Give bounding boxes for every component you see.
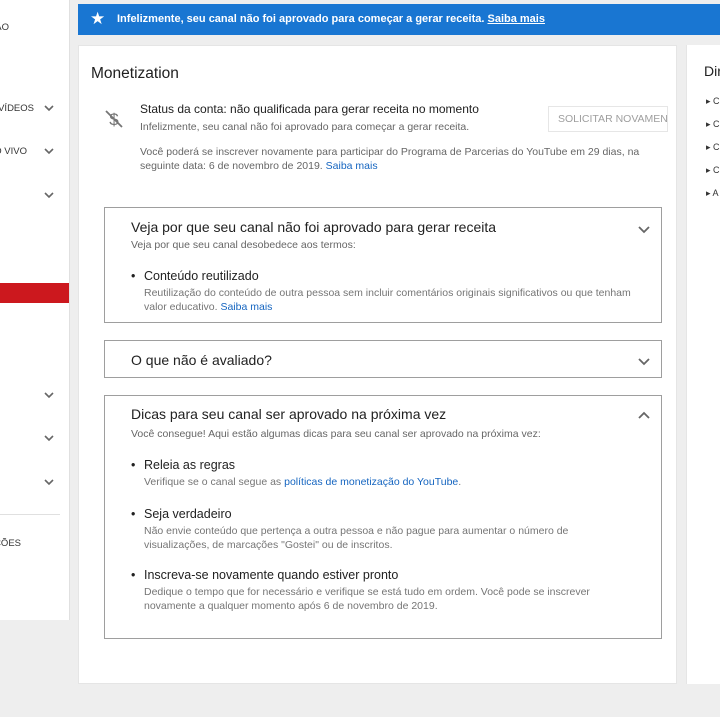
sidebar-item-5[interactable] [0,386,69,406]
account-status: Status da conta: não qualificada para ge… [140,102,479,116]
chevron-down-icon [44,105,54,112]
right-panel: Dir ▸ C ▸ C ▸ C ▸ C ▸ A [686,45,720,684]
right-panel-item[interactable]: ▸ C [706,96,720,107]
card-title: Veja por que seu canal não foi aprovado … [131,219,497,235]
monetization-policies-link[interactable]: políticas de monetização do YouTube [284,476,458,488]
reapply-learn-more-link[interactable]: Saiba mais [326,160,378,172]
chevron-up-icon[interactable] [637,409,651,423]
right-panel-item[interactable]: ▸ C [706,142,720,153]
list-item: • Conteúdo reutilizado Reutilização do co… [131,269,631,313]
reapply-info: Você poderá se inscrever novamente para … [140,145,675,173]
sidebar-item-monetization-active[interactable] [0,283,69,303]
chevron-down-icon [44,479,54,486]
sidebar-item-label: ÇÕES [0,538,21,549]
right-panel-item[interactable]: ▸ A [706,188,719,199]
bullet-desc: Não envie conteúdo que pertença a outra … [144,525,569,551]
list-item: • Seja verdadeiro Não envie conteúdo que … [131,507,569,551]
request-again-button[interactable]: SOLICITAR NOVAMENTE [548,106,668,132]
not-reviewed-card[interactable]: O que não é avaliado? [104,340,662,378]
card-title: O que não é avaliado? [131,352,272,368]
banner-text-wrap: Infelizmente, seu canal não foi aprovado… [117,4,545,35]
list-item: • Inscreva-se novamente quando estiver pr… [131,568,590,612]
bullet-title: Releia as regras [144,458,236,472]
notification-banner: ★ Infelizmente, seu canal não foi aprova… [78,4,720,35]
monetization-panel: Monetization $ Status da conta: não qual… [78,45,677,684]
sidebar-item-label: ÃO [0,22,9,33]
card-intro: Você consegue! Aqui estão algumas dicas … [131,428,541,440]
right-panel-item-label: C [713,142,720,152]
bullet-desc-end: . [458,476,462,488]
dollar-off-icon: $ [105,110,123,129]
right-panel-item-label: A [712,188,719,198]
sidebar-divider [0,514,60,515]
bullet-title: Conteúdo reutilizado [144,269,259,283]
chevron-down-icon [44,192,54,199]
bullet-desc: Dedique o tempo que for necessário e ver… [144,586,590,612]
chevron-down-icon[interactable] [637,354,651,368]
banner-message: Infelizmente, seu canal não foi aprovado… [117,13,485,25]
bullet-desc: Reutilização do conteúdo de outra pessoa… [144,287,631,313]
chevron-down-icon [44,148,54,155]
sidebar-item-4[interactable] [0,186,69,206]
reused-content-learn-more-link[interactable]: Saiba mais [220,301,272,313]
sidebar-item-label: O VIVO [0,146,27,157]
right-panel-item-label: C [713,165,720,175]
sidebar-item-label: VÍDEOS [0,103,34,114]
tips-card[interactable]: Dicas para seu canal ser aprovado na pró… [104,395,662,639]
chevron-down-icon [44,392,54,399]
card-title: Dicas para seu canal ser aprovado na pró… [131,406,447,422]
sidebar-item-6[interactable] [0,429,69,449]
chevron-down-icon [44,435,54,442]
sidebar-item-8[interactable]: ÇÕES [0,534,69,554]
banner-learn-more-link[interactable]: Saiba mais [487,13,544,25]
chevron-down-icon[interactable] [637,222,651,236]
why-not-approved-card[interactable]: Veja por que seu canal não foi aprovado … [104,207,662,323]
bullet-title: Inscreva-se novamente quando estiver pro… [144,568,399,582]
right-panel-item-label: C [713,119,720,129]
page-title: Monetization [91,65,179,82]
right-panel-item[interactable]: ▸ C [706,165,720,176]
bullet-desc: Verifique se o canal segue as [144,476,282,488]
card-intro: Veja por que seu canal desobedece aos te… [131,239,356,251]
sidebar-item-7[interactable] [0,473,69,493]
sidebar-item-live[interactable]: O VIVO [0,142,69,162]
sidebar-item-1[interactable]: ÃO [0,18,69,38]
reapply-text: Você poderá se inscrever novamente para … [140,146,640,172]
left-sidebar: ÃO VÍDEOS O VIVO ÇÕES [0,0,70,620]
star-icon: ★ [90,9,106,28]
right-panel-item-label: C [713,96,720,106]
right-panel-title: Dir [704,63,720,79]
bullet-title: Seja verdadeiro [144,507,232,521]
sidebar-item-videos[interactable]: VÍDEOS [0,99,69,119]
right-panel-item[interactable]: ▸ C [706,119,720,130]
account-status-detail: Infelizmente, seu canal não foi aprovado… [140,121,470,133]
list-item: • Releia as regras Verifique se o canal s… [131,458,462,488]
